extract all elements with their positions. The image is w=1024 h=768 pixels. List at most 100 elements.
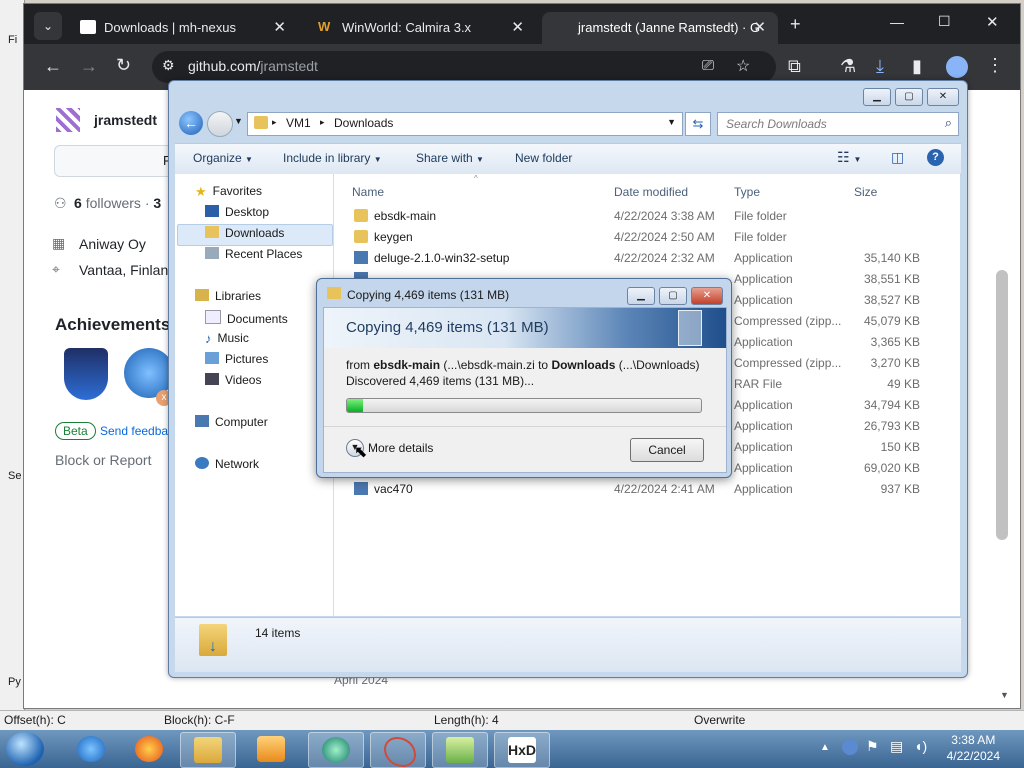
dialog-maximize-button[interactable]: ▢ bbox=[659, 287, 687, 305]
share-with-menu[interactable]: Share with ▼ bbox=[416, 151, 484, 165]
nav-favorites[interactable]: ★ Favorites bbox=[195, 184, 262, 199]
star-icon: ★ bbox=[195, 184, 207, 199]
refresh-icon[interactable]: ⇆ bbox=[685, 112, 711, 136]
window-close-button[interactable]: ✕ bbox=[986, 13, 999, 31]
address-bar[interactable]: ⚙ github.com/jramstedt ⎚ ☆ bbox=[152, 51, 776, 83]
preview-pane-icon[interactable]: ◫ bbox=[891, 149, 904, 166]
close-tab-icon[interactable]: ✕ bbox=[273, 18, 286, 36]
include-in-library-menu[interactable]: Include in library ▼ bbox=[283, 151, 382, 165]
nav-computer[interactable]: Computer bbox=[195, 415, 268, 429]
nav-videos[interactable]: Videos bbox=[205, 373, 261, 387]
nav-documents[interactable]: Documents bbox=[205, 310, 288, 326]
system-clock[interactable]: 3:38 AM 4/22/2024 bbox=[947, 732, 1000, 764]
file-row[interactable]: deluge-2.1.0-win32-setup 4/22/2024 2:32 A… bbox=[334, 248, 960, 269]
tab-title: WinWorld: Calmira 3.x bbox=[342, 20, 472, 35]
profile-username[interactable]: jramstedt bbox=[94, 112, 157, 128]
address-breadcrumb[interactable]: ▸ VM1 ▸ Downloads ▼ bbox=[247, 112, 683, 136]
new-tab-button[interactable]: + bbox=[790, 14, 801, 35]
column-header-name[interactable]: Name bbox=[352, 185, 384, 199]
copy-source-path: (...\ebsdk-main.zi bbox=[443, 358, 535, 372]
file-row[interactable]: ebsdk-main 4/22/2024 3:38 AM File folder bbox=[334, 206, 960, 227]
scroll-down-arrow-icon[interactable]: ▼ bbox=[1000, 690, 1009, 700]
help-icon[interactable]: ? bbox=[927, 149, 944, 166]
tab-search-button[interactable]: ⌄ bbox=[34, 12, 62, 40]
tab-downloads-mhnexus[interactable]: Downloads | mh-nexus ✕ bbox=[68, 12, 298, 44]
search-icon[interactable]: ⌕ bbox=[945, 115, 952, 131]
network-tray-icon[interactable]: ▤ bbox=[890, 738, 903, 755]
breadcrumb-downloads[interactable]: Downloads bbox=[334, 116, 393, 130]
mhnexus-favicon-icon bbox=[80, 20, 96, 34]
taskbar-app-circle[interactable] bbox=[308, 732, 364, 768]
window-minimize-button[interactable]: — bbox=[890, 14, 904, 30]
organize-menu[interactable]: Organize ▼ bbox=[193, 151, 253, 165]
nav-downloads[interactable]: Downloads bbox=[205, 226, 284, 240]
action-center-flag-icon[interactable]: ⚑ bbox=[866, 738, 879, 755]
view-options-icon[interactable]: ☷ ▼ bbox=[837, 149, 861, 166]
download-icon[interactable]: ⤓ bbox=[876, 56, 884, 77]
close-tab-icon[interactable]: ✕ bbox=[753, 18, 766, 36]
tab-github-jramstedt[interactable]: jramstedt (Janne Ramstedt) · G ✕ bbox=[542, 12, 778, 44]
file-type: File folder bbox=[734, 230, 787, 244]
back-arrow-icon[interactable]: ← bbox=[44, 56, 62, 77]
column-header-type[interactable]: Type bbox=[734, 185, 760, 199]
dialog-close-button[interactable]: ✕ bbox=[691, 287, 723, 305]
window-maximize-button[interactable]: ☐ bbox=[938, 13, 951, 30]
recent-pages-chevron-icon[interactable]: ▼ bbox=[234, 116, 243, 126]
nav-network[interactable]: Network bbox=[195, 457, 259, 471]
taskbar-windows-explorer[interactable] bbox=[180, 732, 236, 768]
show-hidden-icons[interactable]: ▲ bbox=[820, 742, 830, 753]
column-header-size[interactable]: Size bbox=[854, 185, 877, 199]
followers-link[interactable]: 6 followers · 3 bbox=[74, 195, 161, 211]
extensions-icon[interactable]: ⧉ bbox=[788, 56, 801, 77]
file-type: Application bbox=[734, 482, 793, 496]
nav-recent-places[interactable]: Recent Places bbox=[205, 247, 302, 261]
side-panel-icon[interactable]: ▮ bbox=[912, 56, 922, 77]
taskbar-app-ribbon[interactable] bbox=[370, 732, 426, 768]
forward-arrow-icon[interactable] bbox=[207, 111, 233, 137]
back-arrow-icon[interactable]: ← bbox=[179, 111, 203, 135]
nav-label: Desktop bbox=[225, 205, 270, 219]
taskbar-internet-explorer[interactable] bbox=[64, 732, 118, 766]
taskbar-hxd[interactable]: HxD bbox=[494, 732, 550, 768]
nav-libraries[interactable]: Libraries bbox=[195, 289, 261, 303]
page-scrollbar[interactable] bbox=[996, 270, 1008, 540]
tray-app-icon[interactable] bbox=[842, 739, 858, 755]
nav-pictures[interactable]: Pictures bbox=[205, 352, 268, 366]
dialog-minimize-button[interactable]: ▁ bbox=[627, 287, 655, 305]
reload-icon[interactable]: ↻ bbox=[116, 55, 131, 76]
close-tab-icon[interactable]: ✕ bbox=[511, 18, 524, 36]
nav-label: Downloads bbox=[225, 226, 285, 240]
start-button-icon[interactable] bbox=[6, 732, 44, 766]
nav-desktop[interactable]: Desktop bbox=[205, 205, 269, 219]
profile-avatar-icon[interactable] bbox=[946, 56, 968, 78]
site-info-icon[interactable]: ⚙ bbox=[162, 57, 175, 74]
menu-kebab-icon[interactable]: ⋮ bbox=[986, 55, 1004, 76]
winworld-favicon-icon: W bbox=[318, 19, 331, 34]
column-header-date[interactable]: Date modified bbox=[614, 185, 688, 199]
cancel-button[interactable]: Cancel bbox=[630, 438, 704, 462]
explorer-close-button[interactable]: ✕ bbox=[927, 88, 959, 106]
bookmark-star-icon[interactable]: ☆ bbox=[736, 56, 750, 76]
nav-music[interactable]: ♪ Music bbox=[205, 331, 249, 346]
breadcrumb-vm1[interactable]: VM1 bbox=[286, 116, 311, 130]
labs-flask-icon[interactable]: ⚗ bbox=[840, 56, 856, 77]
tab-winworld[interactable]: W WinWorld: Calmira 3.x ✕ bbox=[306, 12, 536, 44]
new-folder-button[interactable]: New folder bbox=[515, 151, 572, 165]
file-row[interactable]: keygen 4/22/2024 2:50 AM File folder bbox=[334, 227, 960, 248]
taskbar-firefox[interactable] bbox=[122, 732, 176, 766]
forward-arrow-icon[interactable]: → bbox=[80, 56, 98, 77]
volume-icon[interactable]: ◖) bbox=[914, 738, 927, 754]
more-details-toggle[interactable]: More details bbox=[368, 441, 433, 455]
address-dropdown-icon[interactable]: ▼ bbox=[667, 117, 676, 127]
install-app-icon[interactable]: ⎚ bbox=[702, 57, 714, 74]
block-or-report-link[interactable]: Block or Report bbox=[55, 452, 151, 468]
taskbar-media-player[interactable] bbox=[244, 732, 298, 766]
file-size: 38,551 KB bbox=[863, 272, 920, 286]
details-pane: ↓ 14 items bbox=[175, 617, 961, 672]
explorer-minimize-button[interactable]: ▁ bbox=[863, 88, 891, 106]
search-downloads-input[interactable]: Search Downloads ⌕ bbox=[717, 112, 959, 136]
taskbar-notepad-plus[interactable] bbox=[432, 732, 488, 768]
explorer-maximize-button[interactable]: ▢ bbox=[895, 88, 923, 106]
file-row[interactable]: vac470 4/22/2024 2:41 AM Application 937 KB bbox=[334, 479, 960, 500]
achievement-badge-1-icon[interactable] bbox=[64, 348, 108, 400]
